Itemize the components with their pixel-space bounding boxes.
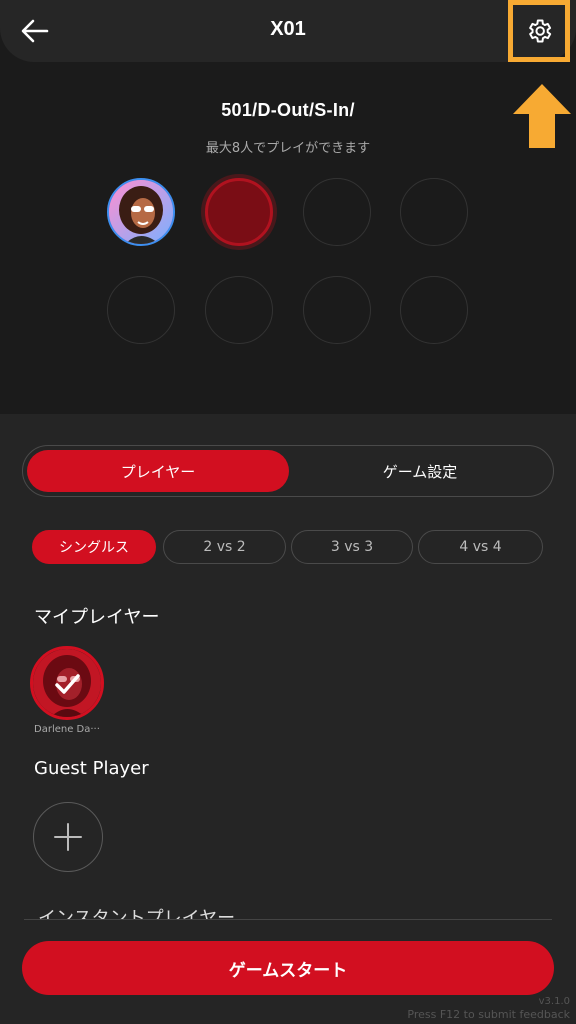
add-guest-button[interactable] xyxy=(33,802,103,872)
my-players-title: マイプレイヤー xyxy=(34,607,160,628)
mode-3vs3[interactable]: 3 vs 3 xyxy=(291,530,413,564)
my-player-name: Darlene Da··· xyxy=(34,724,100,735)
player-slot-6[interactable] xyxy=(205,276,273,344)
game-rule: 501/D-Out/S-In/ xyxy=(221,100,355,120)
player-slot-5[interactable] xyxy=(107,276,175,344)
guest-player-title: Guest Player xyxy=(34,758,149,779)
player-slot-2-selected[interactable] xyxy=(205,178,273,246)
top-panel xyxy=(0,0,576,414)
player-slot-3[interactable] xyxy=(303,178,371,246)
settings-button[interactable] xyxy=(508,0,570,62)
player-slot-1-avatar[interactable] xyxy=(107,178,175,246)
page-title: X01 xyxy=(270,18,306,40)
feedback-hint: Press F12 to submit feedback xyxy=(407,1008,570,1021)
tab-switcher: プレイヤー ゲーム設定 xyxy=(22,445,554,497)
player-slot-8[interactable] xyxy=(400,276,468,344)
app-header: X01 xyxy=(0,0,576,62)
tab-game-settings[interactable]: ゲーム設定 xyxy=(289,450,551,492)
player-limit-note: 最大8人でプレイができます xyxy=(205,141,371,156)
gear-icon xyxy=(529,19,552,43)
player-slot-4[interactable] xyxy=(400,178,468,246)
mode-4vs4[interactable]: 4 vs 4 xyxy=(418,530,543,564)
game-start-button[interactable]: ゲームスタート xyxy=(22,941,554,995)
plus-icon xyxy=(54,823,82,851)
mode-singles[interactable]: シングルス xyxy=(32,530,156,564)
mode-2vs2[interactable]: 2 vs 2 xyxy=(163,530,286,564)
instant-player-title: インスタントプレイヤー xyxy=(38,908,236,920)
version-label: v3.1.0 xyxy=(538,996,570,1007)
tab-player[interactable]: プレイヤー xyxy=(27,450,289,492)
player-slot-7[interactable] xyxy=(303,276,371,344)
my-player-avatar[interactable] xyxy=(30,646,104,720)
